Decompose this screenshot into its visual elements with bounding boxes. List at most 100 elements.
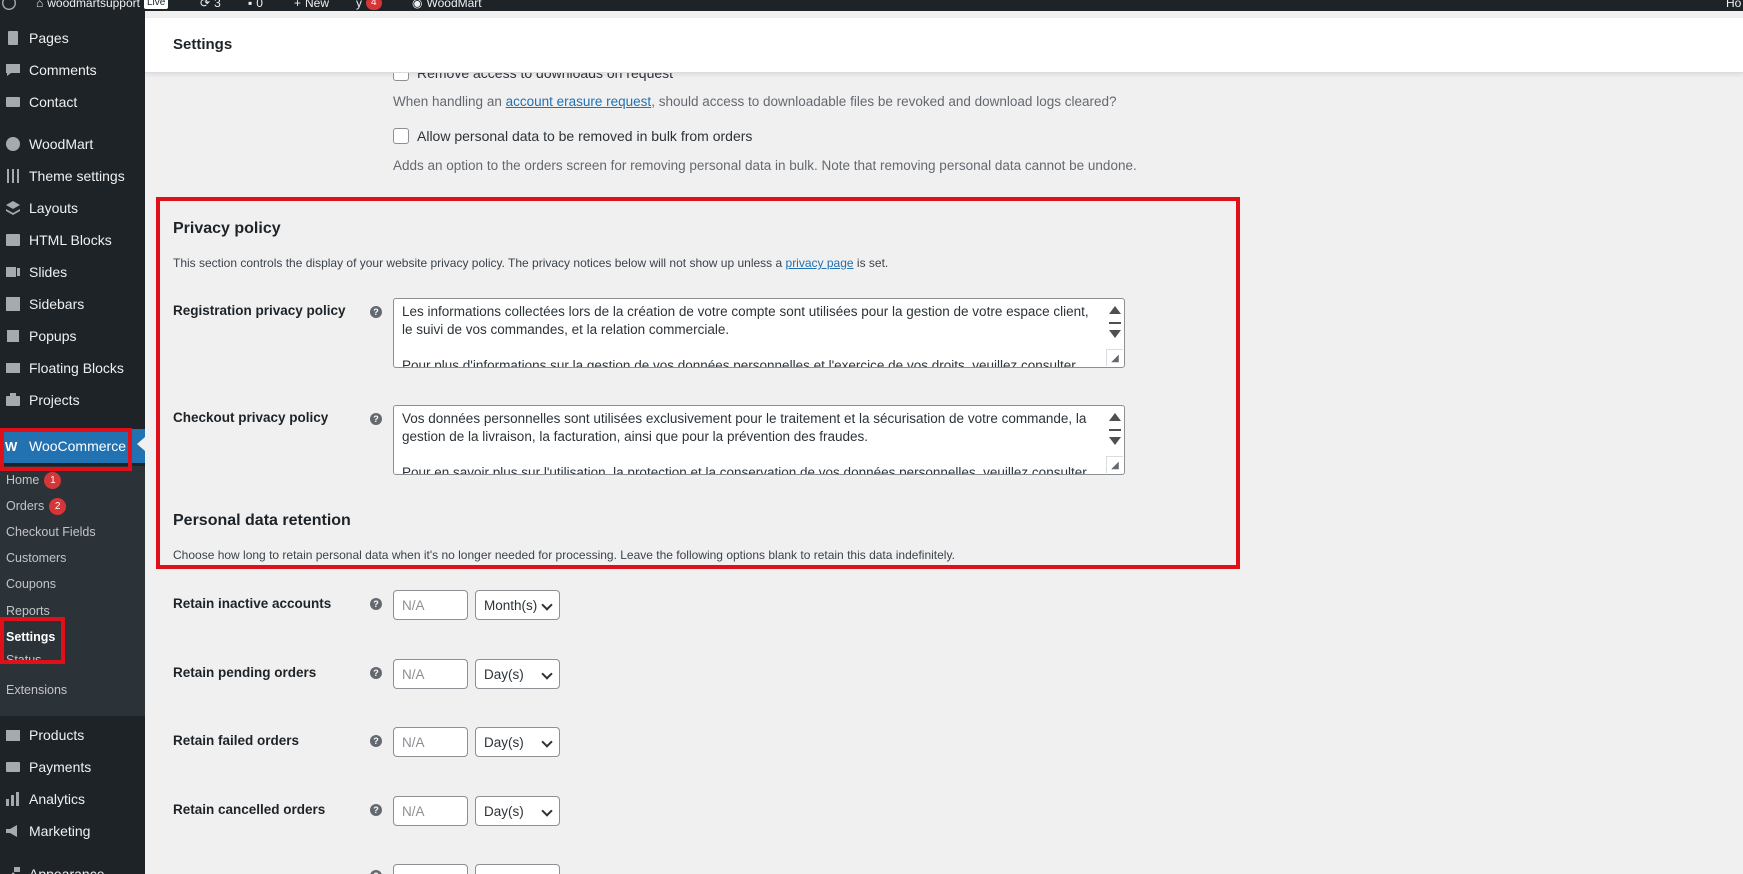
next-retention-input[interactable]: [393, 864, 468, 874]
sliders-icon: [3, 167, 23, 185]
yoast-link[interactable]: y 4: [356, 0, 382, 10]
privacy-policy-description: This section controls the display of you…: [173, 256, 889, 270]
orders-count-badge: 2: [49, 497, 67, 515]
help-tip-icon[interactable]: ?: [370, 804, 382, 816]
admin-bar: ⌂ woodmartsupport Live ⟳ 3 ▪ 0 + New y 4…: [0, 0, 1743, 11]
retain-inactive-accounts-label: Retain inactive accounts: [173, 596, 332, 611]
admin-sidebar: Pages Comments Contact WoodMart Theme se…: [0, 11, 145, 874]
site-name-link[interactable]: ⌂ woodmartsupport Live: [36, 0, 169, 10]
settings-content: Remove access to downloads on request Wh…: [145, 73, 1743, 874]
resize-handle-icon[interactable]: ◢: [1106, 349, 1123, 366]
next-retention-unit-select[interactable]: [475, 864, 560, 874]
registration-privacy-textarea[interactable]: Les informations collectées lors de la c…: [393, 298, 1125, 368]
comments-icon: [3, 61, 23, 79]
sidebar-item-contact[interactable]: Contact: [0, 87, 145, 117]
retain-failed-orders-unit-select[interactable]: Day(s): [475, 727, 560, 757]
sidebar-item-pages[interactable]: Pages: [0, 23, 145, 53]
sidebar-item-floating-blocks[interactable]: Floating Blocks: [0, 353, 145, 383]
sidebar-item-payments[interactable]: Payments: [0, 752, 145, 782]
submenu-item-coupons[interactable]: Coupons: [6, 574, 56, 594]
scroll-thumb[interactable]: [1109, 429, 1121, 431]
submenu-item-customers[interactable]: Customers: [6, 548, 66, 568]
yoast-count-badge: 4: [366, 0, 382, 10]
page-header: Settings: [145, 18, 1743, 73]
sidebar-item-woocommerce[interactable]: W WooCommerce: [0, 429, 145, 463]
submenu-item-extensions[interactable]: Extensions: [6, 680, 67, 700]
sidebar-item-layouts[interactable]: Layouts: [0, 193, 145, 223]
submenu-item-settings[interactable]: Settings: [6, 627, 55, 647]
woocommerce-submenu: Home 1 Orders 2 Checkout Fields Customer…: [0, 466, 145, 716]
woodmart-logo-icon: ◉: [412, 0, 423, 10]
submenu-item-orders[interactable]: Orders 2: [6, 496, 67, 516]
products-icon: [3, 726, 23, 744]
plus-icon: +: [294, 0, 302, 10]
sidebar-item-sidebars[interactable]: Sidebars: [0, 289, 145, 319]
help-tip-icon[interactable]: ?: [370, 598, 382, 610]
current-menu-arrow: [137, 437, 145, 451]
sidebar-item-appearance[interactable]: Appearance: [0, 859, 145, 874]
help-tip-icon[interactable]: ?: [370, 735, 382, 747]
page-title: Settings: [173, 36, 233, 53]
bulk-remove-description: Adds an option to the orders screen for …: [393, 158, 1137, 173]
resize-handle-icon[interactable]: ◢: [1106, 456, 1123, 473]
help-tip-icon[interactable]: ?: [370, 667, 382, 679]
remove-downloads-checkbox[interactable]: [393, 73, 409, 81]
scroll-down-arrow-icon[interactable]: [1109, 437, 1121, 445]
sidebar-item-projects[interactable]: Projects: [0, 385, 145, 415]
layers-icon: [3, 199, 23, 217]
checkout-privacy-textarea[interactable]: Vos données personnelles sont utilisées …: [393, 405, 1125, 475]
help-tip-icon[interactable]: ?: [370, 306, 382, 318]
sidebar-item-products[interactable]: Products: [0, 720, 145, 750]
scroll-down-arrow-icon[interactable]: [1109, 330, 1121, 338]
html-icon: [3, 231, 23, 249]
help-tip-icon[interactable]: ?: [370, 413, 382, 425]
retain-inactive-accounts-unit-select[interactable]: Month(s): [475, 590, 560, 620]
retain-failed-orders-input[interactable]: N/A: [393, 727, 468, 757]
new-content-link[interactable]: + New: [294, 0, 329, 10]
retain-cancelled-orders-unit-select[interactable]: Day(s): [475, 796, 560, 826]
analytics-icon: [3, 790, 23, 808]
sidebar-item-woodmart[interactable]: WoodMart: [0, 129, 145, 159]
scroll-thumb[interactable]: [1109, 322, 1121, 324]
home-icon: ⌂: [36, 0, 44, 10]
my-account-link[interactable]: Ho: [1726, 0, 1741, 10]
submenu-item-reports[interactable]: Reports: [6, 601, 50, 621]
submenu-item-home[interactable]: Home 1: [6, 470, 62, 490]
scroll-up-arrow-icon[interactable]: [1109, 306, 1121, 314]
scroll-up-arrow-icon[interactable]: [1109, 413, 1121, 421]
bulk-remove-checkbox[interactable]: [393, 128, 409, 144]
retain-pending-orders-input[interactable]: N/A: [393, 659, 468, 689]
sidebar-item-theme-settings[interactable]: Theme settings: [0, 161, 145, 191]
retain-inactive-accounts-input[interactable]: N/A: [393, 590, 468, 620]
data-retention-description: Choose how long to retain personal data …: [173, 548, 955, 562]
theme-link[interactable]: ◉ WoodMart: [412, 0, 482, 10]
chevron-down-icon: [541, 599, 553, 611]
updates-link[interactable]: ⟳ 3: [200, 0, 221, 10]
retain-pending-orders-unit-select[interactable]: Day(s): [475, 659, 560, 689]
wordpress-logo-icon[interactable]: [2, 0, 16, 10]
popups-icon: [3, 327, 23, 345]
sidebar-item-marketing[interactable]: Marketing: [0, 816, 145, 846]
account-erasure-link[interactable]: account erasure request: [506, 94, 652, 109]
sidebar-item-html-blocks[interactable]: HTML Blocks: [0, 225, 145, 255]
sidebar-item-slides[interactable]: Slides: [0, 257, 145, 287]
bulk-remove-option: Allow personal data to be removed in bul…: [393, 128, 752, 144]
pages-icon: [3, 29, 23, 47]
live-badge: Live: [143, 0, 169, 9]
comments-link[interactable]: ▪ 0: [248, 0, 263, 10]
help-tip-icon[interactable]: ?: [370, 870, 382, 874]
sidebars-icon: [3, 295, 23, 313]
submenu-item-status[interactable]: Status: [6, 655, 41, 667]
sidebar-item-analytics[interactable]: Analytics: [0, 784, 145, 814]
privacy-page-link[interactable]: privacy page: [786, 256, 854, 270]
updates-icon: ⟳: [200, 0, 211, 10]
sidebar-item-popups[interactable]: Popups: [0, 321, 145, 351]
chevron-down-icon: [541, 736, 553, 748]
home-count-badge: 1: [44, 471, 62, 489]
submenu-item-checkout-fields[interactable]: Checkout Fields: [6, 522, 96, 542]
woocommerce-icon: W: [3, 437, 23, 455]
projects-icon: [3, 391, 23, 409]
chevron-down-icon: [541, 805, 553, 817]
retain-cancelled-orders-input[interactable]: N/A: [393, 796, 468, 826]
sidebar-item-comments[interactable]: Comments: [0, 55, 145, 85]
